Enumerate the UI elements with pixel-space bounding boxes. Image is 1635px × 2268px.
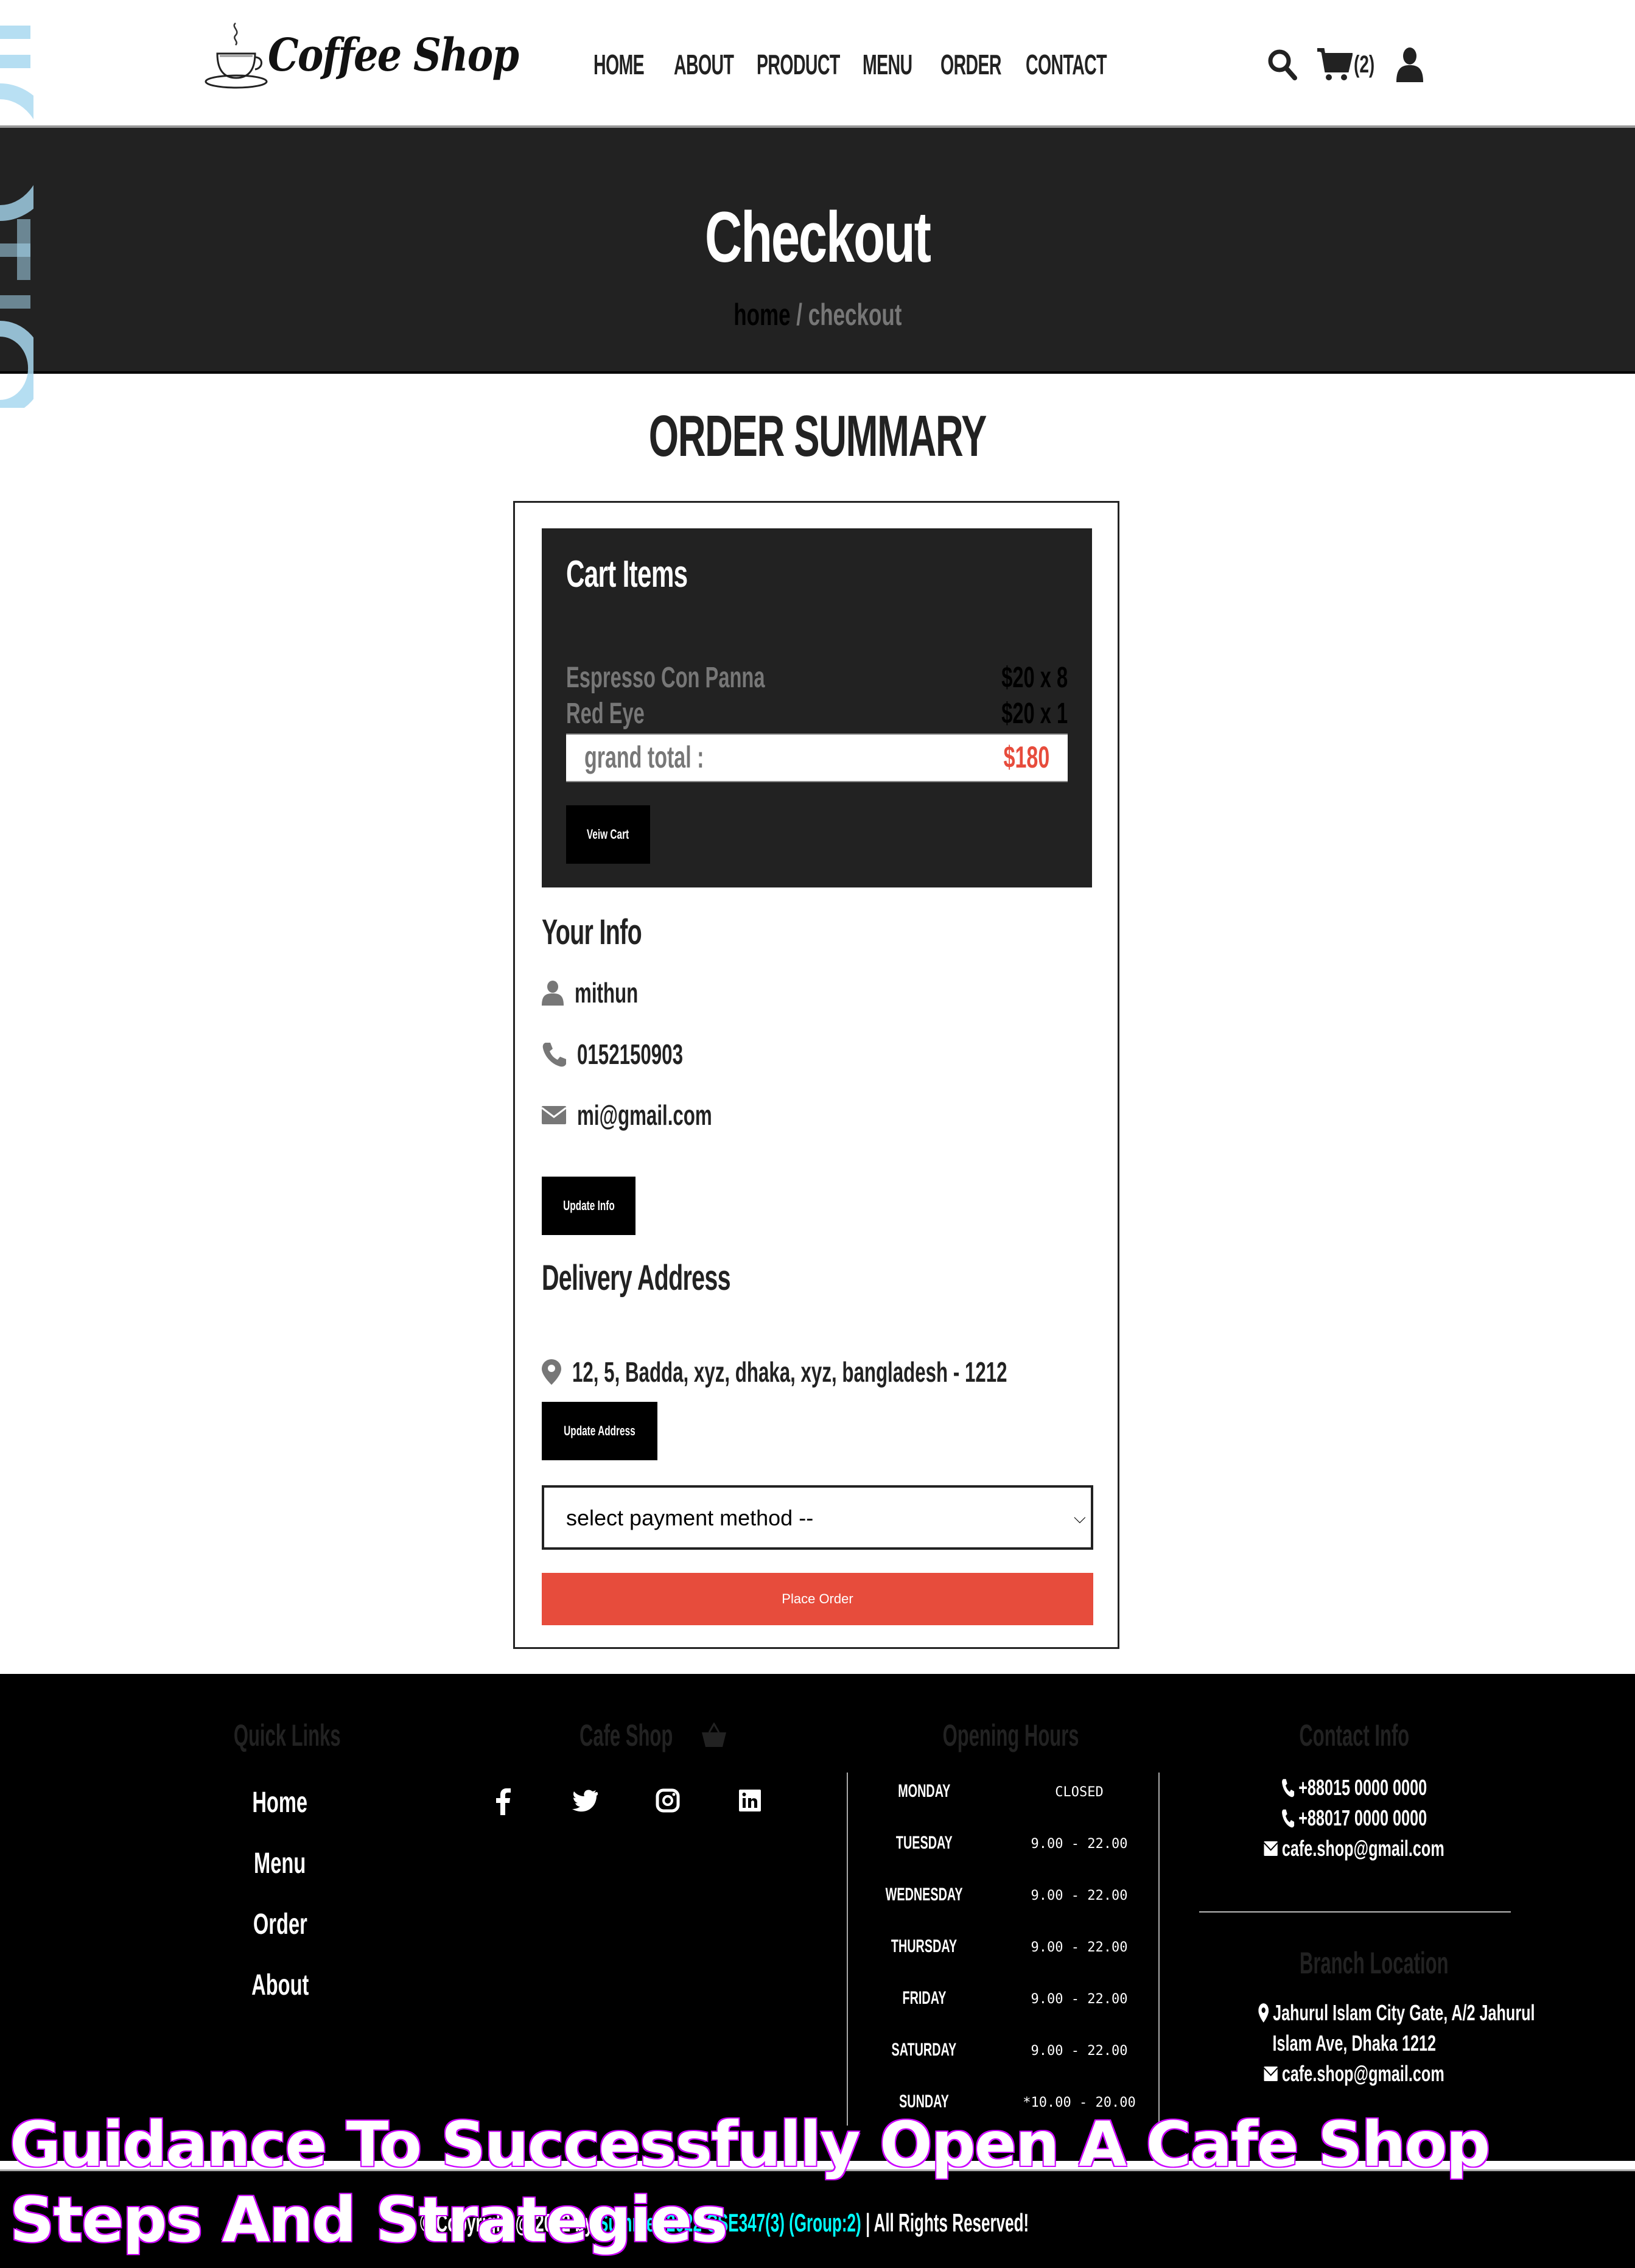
payment-method-select[interactable]: select payment method --	[542, 1485, 1093, 1550]
phone-icon	[542, 1043, 566, 1067]
site-header: Coffee Shop HOME ABOUT PRODUCT MENU ORDE…	[0, 0, 1635, 127]
user-phone: 0152150903	[577, 1038, 683, 1070]
cart-items-heading: Cart Items	[566, 553, 688, 595]
footer-link-home[interactable]: Home	[225, 1786, 335, 1819]
phone-icon	[1282, 1809, 1295, 1828]
logo-text: Coffee Shop	[268, 29, 519, 82]
quick-links-heading: Quick Links	[233, 1718, 341, 1752]
nav-menu[interactable]: MENU	[863, 47, 912, 82]
delivery-address-heading: Delivery Address	[542, 1258, 731, 1298]
place-order-button[interactable]: Place Order	[542, 1573, 1093, 1625]
opening-hours-table: MONDAY CLOSED TUESDAY 9.00 - 22.00 WEDNESD…	[847, 1773, 1160, 2126]
cart-item: Espresso Con Panna $20 x 8	[566, 661, 1068, 698]
user-icon	[1396, 47, 1423, 82]
hours-row: THURSDAY 9.00 - 22.00	[891, 1936, 1128, 1956]
footer-link-order[interactable]: Order	[225, 1908, 335, 1941]
branch-location-heading: Branch Location	[1299, 1946, 1449, 1980]
user-name: mithun	[575, 977, 639, 1009]
footer-link-menu[interactable]: Menu	[225, 1847, 335, 1880]
user-icon	[542, 981, 564, 1006]
info-email-row: mi@gmail.com	[542, 1097, 775, 1133]
info-name-row: mithun	[542, 975, 668, 1011]
envelope-icon	[1264, 1841, 1278, 1856]
branch-address-line-1: Jahurul Islam City Gate, A/2 Jahurul	[1199, 1998, 1535, 2028]
search-icon	[1268, 49, 1297, 80]
branch-address-line-2: Islam Ave, Dhaka 1212	[1272, 2031, 1437, 2056]
facebook-icon	[496, 1788, 511, 1815]
shopping-cart-icon	[1317, 48, 1353, 80]
instagram-icon	[656, 1788, 680, 1813]
hours-row: SUNDAY *10.00 - 20.00	[899, 2091, 1136, 2112]
branch-email[interactable]: cafe.shop@gmail.com	[1199, 2059, 1510, 2089]
coffee-cup-icon	[205, 23, 268, 89]
breadcrumb-separator: /	[796, 298, 802, 332]
footer-link-about[interactable]: About	[225, 1969, 335, 2002]
grand-total-value: $180	[1003, 740, 1049, 774]
envelope-icon	[542, 1106, 566, 1124]
linkedin-link[interactable]	[739, 1788, 761, 1816]
hours-row: TUESDAY 9.00 - 22.00	[895, 1833, 1128, 1853]
contact-email[interactable]: cafe.shop@gmail.com	[1199, 1833, 1510, 1864]
order-summary-card: Cart Items Espresso Con Panna $20 x 8 Re…	[513, 501, 1119, 1649]
map-marker-icon	[1258, 2003, 1269, 2023]
nav-order[interactable]: ORDER	[940, 47, 1002, 82]
twitter-link[interactable]	[571, 1788, 599, 1816]
delivery-address: 12, 5, Badda, xyz, dhaka, xyz, banglades…	[572, 1356, 1007, 1388]
hours-row: MONDAY CLOSED	[897, 1781, 1104, 1801]
hours-row: SATURDAY 9.00 - 22.00	[891, 2040, 1128, 2060]
page-title: Checkout	[705, 197, 931, 278]
update-address-button[interactable]: Update Address	[542, 1402, 657, 1460]
twitter-icon	[572, 1790, 599, 1812]
nav-home[interactable]: HOME	[593, 47, 645, 82]
instagram-link[interactable]	[656, 1788, 680, 1816]
nav-contact[interactable]: CONTACT	[1026, 47, 1107, 82]
main-nav: HOME ABOUT PRODUCT MENU ORDER CONTACT	[593, 47, 1107, 82]
cart-item-price: $20 x 1	[1001, 698, 1068, 730]
copyright-group: Summer-2022 CSE347(3) (Group:2)	[598, 2208, 861, 2237]
footer-divider	[0, 2161, 1635, 2171]
search-button[interactable]	[1266, 47, 1299, 82]
cart-item-name: Espresso Con Panna	[566, 662, 765, 694]
facebook-link[interactable]	[494, 1788, 511, 1818]
envelope-icon	[1264, 2067, 1278, 2081]
cart-item-name: Red Eye	[566, 698, 645, 730]
order-summary-heading: ORDER SUMMARY	[648, 404, 987, 469]
your-info-heading: Your Info	[542, 912, 642, 952]
opening-hours-heading: Opening Hours	[942, 1718, 1079, 1752]
shopping-basket-icon	[701, 1721, 726, 1747]
hours-row: WEDNESDAY 9.00 - 22.00	[885, 1885, 1128, 1905]
user-email: mi@gmail.com	[577, 1099, 712, 1131]
header-actions: (2)	[1266, 46, 1425, 83]
grand-total-label: grand total :	[584, 740, 704, 774]
update-info-button[interactable]: Update Info	[542, 1177, 635, 1235]
breadcrumb: home / checkout	[0, 297, 1635, 332]
account-button[interactable]	[1395, 47, 1425, 82]
logo[interactable]: Coffee Shop	[204, 18, 519, 97]
nav-product[interactable]: PRODUCT	[757, 47, 840, 82]
breadcrumb-current: checkout	[808, 298, 902, 332]
linkedin-icon	[739, 1790, 761, 1811]
cart-items-panel: Cart Items Espresso Con Panna $20 x 8 Re…	[542, 528, 1092, 887]
hours-row: FRIDAY 9.00 - 22.00	[902, 1988, 1128, 2008]
phone-icon	[1282, 1779, 1295, 1797]
info-phone-row: 0152150903	[542, 1036, 733, 1073]
map-marker-icon	[542, 1359, 561, 1385]
grand-total-bar: grand total : $180	[566, 733, 1068, 782]
breadcrumb-home-link[interactable]: home	[733, 298, 790, 332]
contact-phone-2[interactable]: +88017 0000 0000	[1199, 1803, 1510, 1833]
copyright-prefix: © Copyright @ 2022 by	[420, 2208, 598, 2237]
page-hero: Checkout home / checkout	[0, 128, 1635, 374]
delivery-address-row: 12, 5, Badda, xyz, dhaka, xyz, banglades…	[542, 1354, 1212, 1390]
contact-phone-1[interactable]: +88015 0000 0000	[1199, 1773, 1510, 1803]
contact-info-heading: Contact Info	[1299, 1718, 1410, 1752]
copyright-suffix: | All Rights Reserved!	[861, 2208, 1029, 2237]
contact-divider	[1199, 1911, 1511, 1913]
view-cart-button[interactable]: Veiw Cart	[566, 805, 650, 864]
cafe-shop-heading: Cafe Shop	[548, 1718, 730, 1753]
cart-item-price: $20 x 8	[1001, 662, 1068, 694]
copyright: © Copyright @ 2022 by Summer-2022 CSE347…	[420, 2208, 1402, 2238]
nav-about[interactable]: ABOUT	[674, 47, 734, 82]
cart-count-badge: (2)	[1354, 51, 1375, 78]
cart-button[interactable]: (2)	[1316, 47, 1384, 82]
